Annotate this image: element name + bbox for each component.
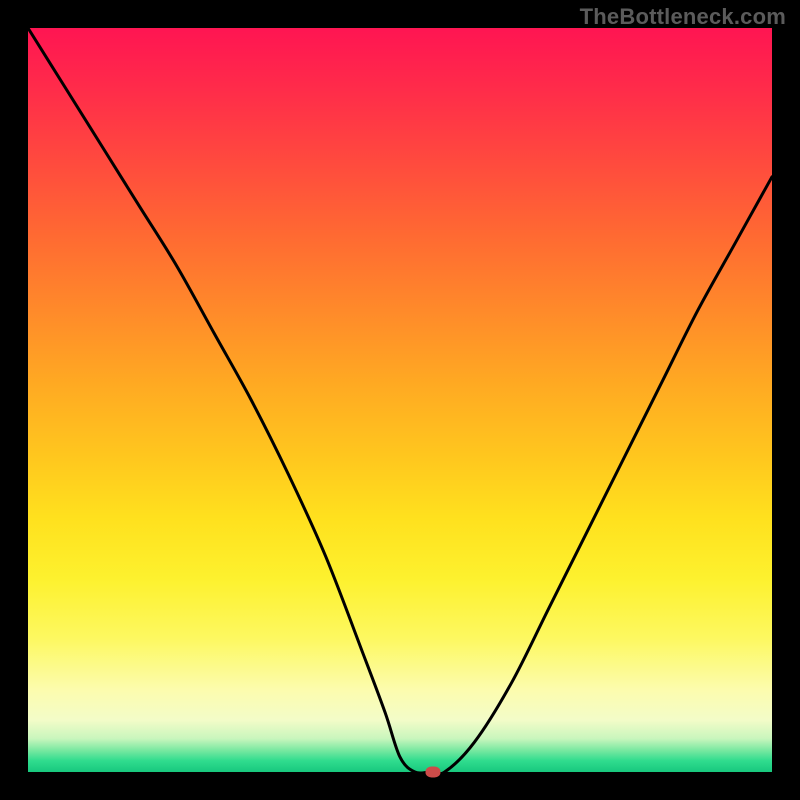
bottleneck-curve-path [28, 28, 772, 774]
plot-area [28, 28, 772, 772]
watermark-text: TheBottleneck.com [580, 4, 786, 30]
curve-svg [28, 28, 772, 772]
chart-frame: TheBottleneck.com [0, 0, 800, 800]
bottleneck-marker [426, 767, 441, 778]
